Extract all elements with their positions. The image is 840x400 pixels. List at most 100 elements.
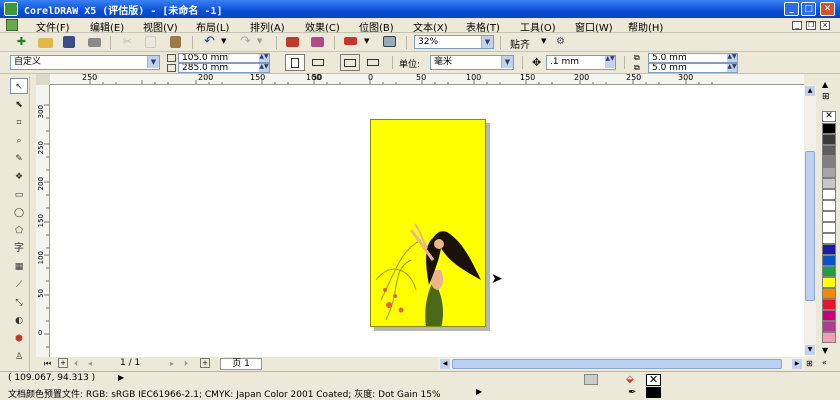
dup-x-spinner[interactable]: ▲▼ (727, 54, 737, 62)
width-spinner[interactable]: ▲▼ (259, 54, 269, 62)
undo-dropdown-icon[interactable]: ▼ (221, 37, 226, 45)
color-swatch-17[interactable] (822, 310, 836, 321)
menu-table[interactable]: 表格(T) (466, 19, 500, 34)
color-swatch-8[interactable] (822, 211, 836, 222)
palette-scroll-down-icon[interactable]: ▼ (822, 346, 828, 355)
doc-restore-button[interactable]: ❐ (806, 21, 816, 30)
options-icon[interactable]: ⚙ (556, 35, 571, 49)
page-height-field[interactable]: 285.0 mm ▲▼ (178, 63, 270, 73)
color-swatch-0[interactable] (822, 123, 836, 134)
scroll-left-icon[interactable]: ◀ (440, 359, 450, 369)
menu-window[interactable]: 窗口(W) (575, 19, 613, 34)
vertical-ruler[interactable]: 300 250 200 150 100 50 0 (36, 85, 50, 357)
dimension-tool-icon[interactable]: ⟋ (10, 277, 28, 293)
palette-flyout-icon[interactable]: « (822, 358, 827, 367)
vertical-scroll-thumb[interactable] (805, 151, 815, 301)
color-swatch-18[interactable] (822, 321, 836, 332)
paper-preset-combo[interactable]: 自定义 ▼ (10, 55, 160, 70)
last-page-button[interactable]: ⏵ (184, 359, 188, 369)
menu-edit[interactable]: 编辑(E) (90, 19, 124, 34)
zoom-tool-icon[interactable]: ⌕ (10, 133, 28, 149)
coords-arrow-icon[interactable]: ▶ (118, 373, 124, 382)
new-document-icon[interactable]: ✚ (14, 35, 29, 49)
chevron-down-icon[interactable]: ▼ (501, 56, 513, 68)
color-swatch-9[interactable] (822, 222, 836, 233)
eyedropper-tool-icon[interactable]: ⬢ (10, 331, 28, 347)
color-swatch-2[interactable] (822, 145, 836, 156)
app-icon[interactable] (4, 2, 18, 16)
color-swatch-12[interactable] (822, 255, 836, 266)
color-swatch-5[interactable] (822, 178, 836, 189)
dup-y-spinner[interactable]: ▲▼ (727, 64, 737, 72)
duplicate-x-field[interactable]: 5.0 mm ▲▼ (648, 53, 738, 63)
snapshot-icon[interactable] (584, 374, 598, 385)
palette-options-icon[interactable]: ⊞ (822, 92, 830, 102)
close-button[interactable]: ✕ (820, 2, 835, 16)
color-swatch-14[interactable] (822, 277, 836, 288)
no-color-swatch[interactable]: ✕ (822, 111, 836, 122)
outline-color-swatch[interactable] (646, 387, 661, 398)
color-swatch-1[interactable] (822, 134, 836, 145)
drawing-canvas[interactable]: ➤ (50, 85, 804, 357)
add-page-after-icon[interactable]: + (200, 358, 210, 368)
menu-effects[interactable]: 效果(C) (305, 19, 340, 34)
fill-bucket-icon[interactable]: ⬙ (626, 374, 634, 385)
doc-minimize-button[interactable]: _ (792, 21, 802, 30)
menu-layout[interactable]: 布局(L) (196, 19, 229, 34)
navigator-icon[interactable]: ⊞ (806, 359, 816, 369)
save-icon[interactable] (63, 36, 75, 48)
shape-tool-icon[interactable]: ⬉ (10, 97, 28, 113)
redo-dropdown-icon[interactable]: ▼ (257, 37, 262, 45)
current-page-button[interactable] (364, 54, 384, 71)
chevron-down-icon[interactable]: ▼ (147, 56, 159, 68)
color-swatch-3[interactable] (822, 156, 836, 167)
pick-tool-icon[interactable]: ↖ (10, 78, 28, 94)
palette-scroll-up-icon[interactable]: ▲ (822, 80, 828, 89)
zoom-level-combo[interactable]: 32% ▼ (414, 35, 494, 49)
first-page-button[interactable]: ⏴ (74, 359, 78, 369)
application-launcher-icon[interactable] (344, 37, 357, 45)
all-pages-button[interactable] (340, 54, 360, 71)
polygon-tool-icon[interactable]: ⬠ (10, 223, 28, 239)
menu-arrange[interactable]: 排列(A) (250, 19, 285, 34)
page-width-field[interactable]: 105.0 mm ▲▼ (178, 53, 270, 63)
menu-text[interactable]: 文本(X) (413, 19, 448, 34)
import-icon[interactable] (286, 37, 299, 47)
cut-icon[interactable]: ✂ (120, 35, 135, 49)
color-swatch-10[interactable] (822, 233, 836, 244)
color-swatch-7[interactable] (822, 200, 836, 211)
welcome-screen-icon[interactable] (383, 36, 396, 47)
redo-icon[interactable]: ↷ (238, 35, 253, 49)
page-tab[interactable]: 页 1 (220, 358, 262, 370)
menu-help[interactable]: 帮助(H) (628, 19, 663, 34)
color-swatch-6[interactable] (822, 189, 836, 200)
outline-pen-tool-icon[interactable]: ♙ (10, 349, 28, 365)
dancer-illustration[interactable] (371, 120, 486, 327)
snap-to-button[interactable]: 贴齐 (510, 36, 530, 51)
scroll-right-icon[interactable]: ▶ (792, 359, 802, 369)
previous-page-button[interactable]: ◂ (88, 359, 92, 368)
copy-icon[interactable] (145, 36, 156, 48)
color-swatch-15[interactable] (822, 288, 836, 299)
landscape-button[interactable] (309, 54, 329, 71)
height-spinner[interactable]: ▲▼ (259, 64, 269, 72)
minimize-button[interactable]: _ (784, 2, 799, 16)
portrait-button[interactable] (285, 54, 305, 71)
next-page-button[interactable]: ▸ (170, 359, 174, 368)
scroll-up-icon[interactable]: ▲ (805, 86, 815, 96)
maximize-button[interactable]: □ (801, 2, 816, 16)
rectangle-tool-icon[interactable]: ▭ (10, 187, 28, 203)
chevron-down-icon[interactable]: ▼ (481, 36, 493, 48)
color-swatch-11[interactable] (822, 244, 836, 255)
export-icon[interactable] (311, 37, 324, 47)
nudge-spinner[interactable]: ▲▼ (605, 56, 615, 68)
open-folder-icon[interactable] (38, 38, 53, 48)
vertical-scrollbar[interactable]: ▲ ▼ (804, 85, 816, 357)
menu-tools[interactable]: 工具(O) (520, 19, 556, 34)
menu-bitmaps[interactable]: 位图(B) (359, 19, 394, 34)
color-swatch-4[interactable] (822, 167, 836, 178)
launcher-dropdown-icon[interactable]: ▼ (364, 37, 369, 45)
ellipse-tool-icon[interactable]: ◯ (10, 205, 28, 221)
document-icon[interactable] (6, 19, 18, 31)
print-icon[interactable] (88, 38, 101, 47)
